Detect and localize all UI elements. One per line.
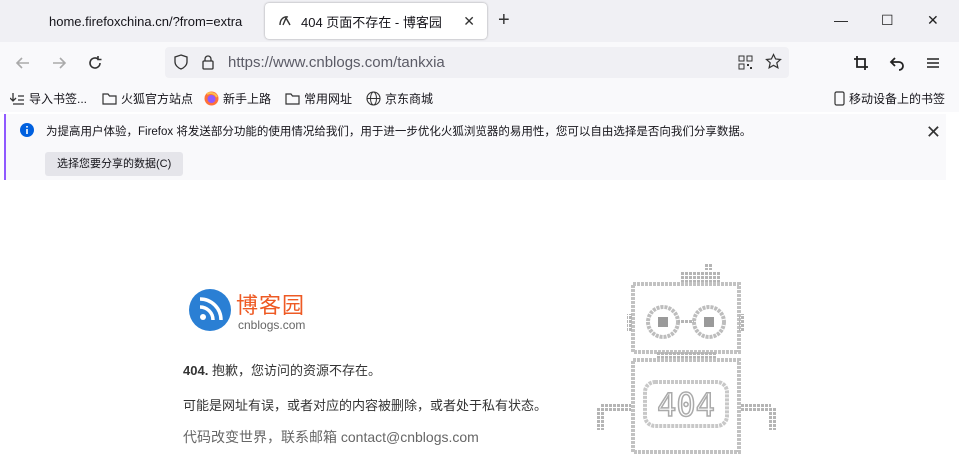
- bookmark-label: 导入书签...: [29, 92, 88, 106]
- telemetry-notification: 为提高用户体验，Firefox 将发送部分功能的使用情况给我们，用于进一步优化火…: [4, 114, 946, 180]
- back-arrow-icon[interactable]: [13, 53, 33, 73]
- url-bar[interactable]: https://www.cnblogs.com/tankxia: [165, 47, 789, 78]
- qr-code-icon[interactable]: [738, 55, 753, 75]
- shield-icon[interactable]: [173, 54, 189, 75]
- bookmark-mobile[interactable]: 移动设备上的书签: [834, 90, 945, 107]
- error-message: 404. 抱歉，您访问的资源不存在。: [183, 360, 381, 379]
- close-notification-icon[interactable]: ✕: [926, 122, 941, 143]
- import-icon: [10, 92, 25, 106]
- bookmark-label: 新手上路: [223, 92, 272, 106]
- tab-cnblogs-404[interactable]: 404 页面不存在 - 博客园 ✕: [265, 3, 487, 39]
- bookmark-label: 火狐官方站点: [121, 92, 194, 106]
- undo-arrow-icon[interactable]: [887, 53, 907, 73]
- tab-bar: home.firefoxchina.cn/?from=extra 404 页面不…: [0, 0, 959, 42]
- cnblogs-favicon-icon: [277, 13, 293, 29]
- forward-arrow-icon[interactable]: [49, 53, 69, 73]
- tab-firefoxchina[interactable]: home.firefoxchina.cn/?from=extra: [34, 3, 256, 39]
- info-icon: [20, 123, 34, 142]
- bookmark-import[interactable]: 导入书签...: [10, 90, 87, 107]
- logo-subtitle: cnblogs.com: [238, 318, 306, 332]
- globe-icon: [366, 91, 381, 106]
- maximize-icon[interactable]: ☐: [881, 12, 894, 29]
- folder-icon: [285, 92, 300, 105]
- bookmark-jd[interactable]: 京东商城: [366, 90, 433, 107]
- tab-close-icon[interactable]: ✕: [463, 13, 475, 30]
- reload-icon[interactable]: [85, 53, 105, 73]
- error-text: 抱歉，您访问的资源不存在。: [211, 363, 381, 378]
- minimize-icon[interactable]: —: [834, 12, 848, 28]
- url-host: https://www.cnblogs.com: [228, 54, 394, 71]
- mobile-device-icon: [834, 91, 845, 106]
- robot-404-text: 404: [657, 386, 715, 424]
- bookmark-label: 京东商城: [385, 92, 434, 106]
- menu-hamburger-icon[interactable]: [923, 53, 943, 73]
- error-code: 404.: [183, 363, 209, 378]
- bookmark-label: 常用网址: [304, 92, 353, 106]
- cnblogs-logo-icon[interactable]: [188, 288, 232, 337]
- bookmark-label: 移动设备上的书签: [849, 92, 946, 106]
- firefox-icon: [204, 91, 219, 106]
- url-text[interactable]: https://www.cnblogs.com/tankxia: [228, 54, 445, 71]
- notification-text: 为提高用户体验，Firefox 将发送部分功能的使用情况给我们，用于进一步优化火…: [46, 126, 752, 138]
- tab-label: home.firefoxchina.cn/?from=extra: [49, 13, 243, 29]
- url-path: /tankxia: [393, 54, 445, 71]
- contact-text: 代码改变世界，联系邮箱 contact@cnblogs.com: [183, 429, 479, 445]
- error-reason: 可能是网址有误，或者对应的内容被删除，或者处于私有状态。: [183, 398, 548, 413]
- screenshot-crop-icon[interactable]: [851, 53, 871, 73]
- folder-icon: [102, 92, 117, 105]
- bookmark-star-icon[interactable]: [765, 53, 782, 75]
- bookmark-firefox-official[interactable]: 火狐官方站点: [102, 90, 193, 107]
- choose-data-button[interactable]: 选择您要分享的数据(C): [45, 152, 184, 176]
- robot-404-illustration: 404: [597, 264, 777, 461]
- logo-title[interactable]: 博客园: [236, 288, 305, 320]
- bookmark-common-sites[interactable]: 常用网址: [285, 90, 352, 107]
- close-window-icon[interactable]: ✕: [927, 12, 939, 29]
- new-tab-button[interactable]: +: [498, 9, 510, 31]
- tab-label: 404 页面不存在 - 博客园: [301, 14, 442, 30]
- bookmarks-toolbar: 导入书签... 火狐官方站点 新手上路 常用网址 京东商城 移动设备上的书签: [0, 84, 959, 112]
- lock-icon[interactable]: [201, 54, 215, 75]
- bookmark-getting-started[interactable]: 新手上路: [204, 90, 271, 107]
